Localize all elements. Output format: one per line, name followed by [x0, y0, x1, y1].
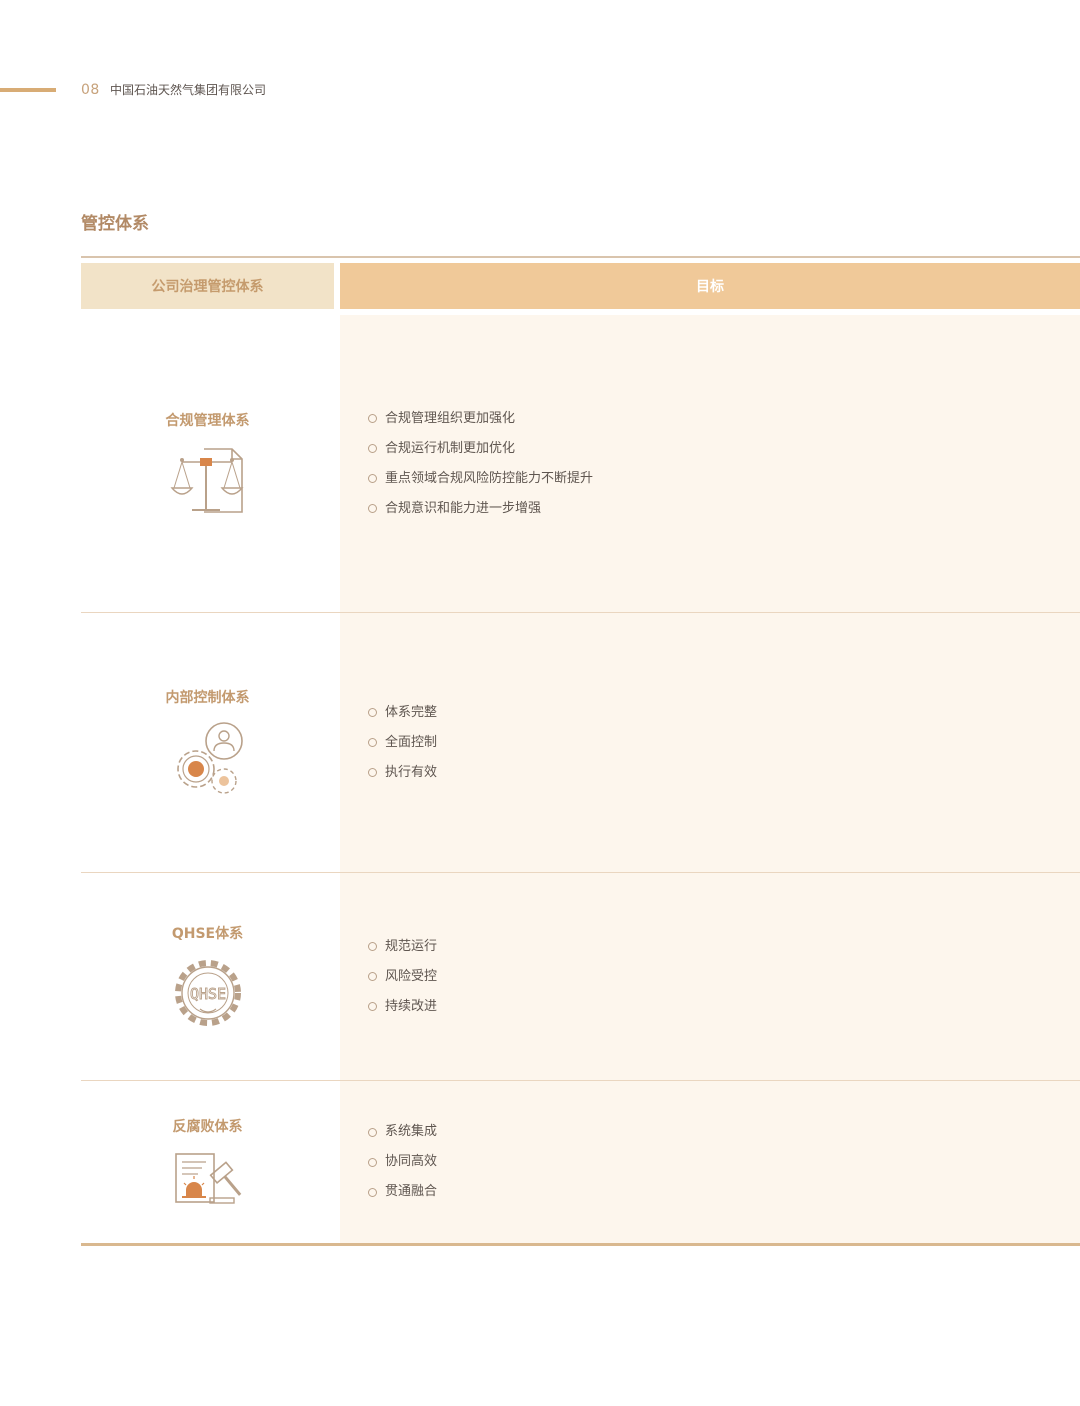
goal-text: 规范运行: [385, 938, 438, 954]
table-header-goal: 目标: [340, 263, 1080, 309]
goal-text: 合规管理组织更加强化: [385, 410, 516, 426]
bullet-icon: [368, 942, 377, 951]
table-row: 合规管理体系 合规管理组织更加强化 合规运行机制更加优化 重点领域合规风险防控能…: [81, 315, 1080, 612]
qhse-icon-text: QHSE: [189, 985, 225, 1003]
goal-cell: 合规管理组织更加强化 合规运行机制更加优化 重点领域合规风险防控能力不断提升 合…: [340, 315, 1080, 612]
goal-text: 执行有效: [385, 764, 438, 780]
goal-text: 重点领域合规风险防控能力不断提升: [385, 470, 594, 486]
system-cell: 合规管理体系: [81, 315, 334, 612]
goal-item: 执行有效: [368, 764, 437, 782]
goal-item: 协同高效: [368, 1153, 437, 1171]
table-row: 反腐败体系 系统集成 协同高效 贯通融合: [81, 1081, 1080, 1243]
goal-text: 体系完整: [385, 704, 438, 720]
bullet-icon: [368, 1002, 377, 1011]
bullet-icon: [368, 444, 377, 453]
bullet-icon: [368, 708, 377, 717]
goal-text: 合规运行机制更加优化: [385, 440, 516, 456]
bullet-icon: [368, 738, 377, 747]
qhse-gear-icon: QHSE: [174, 959, 241, 1026]
system-name: 合规管理体系: [165, 412, 250, 429]
goal-item: 合规意识和能力进一步增强: [368, 500, 593, 518]
goal-text: 系统集成: [385, 1124, 438, 1139]
goal-item: 重点领域合规风险防控能力不断提升: [368, 470, 593, 488]
goal-cell: 系统集成 协同高效 贯通融合: [340, 1081, 1080, 1243]
goal-text: 风险受控: [385, 968, 438, 984]
goal-list: 规范运行 风险受控 持续改进: [368, 938, 437, 1016]
goal-list: 系统集成 协同高效 贯通融合: [368, 1123, 437, 1201]
goal-item: 合规运行机制更加优化: [368, 440, 593, 458]
bullet-icon: [368, 972, 377, 981]
bullet-icon: [368, 768, 377, 777]
bullet-icon: [368, 414, 377, 423]
goal-item: 体系完整: [368, 704, 437, 722]
goal-text: 全面控制: [385, 734, 438, 750]
system-name: 反腐败体系: [172, 1119, 243, 1135]
system-name: 内部控制体系: [165, 689, 250, 706]
goal-cell: 规范运行 风险受控 持续改进: [340, 873, 1080, 1080]
table-header-system: 公司治理管控体系: [81, 263, 334, 309]
goal-item: 风险受控: [368, 968, 437, 986]
header-accent-bar: [0, 88, 56, 92]
bullet-icon: [368, 504, 377, 513]
goal-item: 贯通融合: [368, 1183, 437, 1201]
goal-text: 持续改进: [385, 998, 438, 1014]
goal-item: 持续改进: [368, 998, 437, 1016]
bullet-icon: [368, 1187, 377, 1197]
section-title: 管控体系: [81, 214, 149, 234]
table-row: QHSE体系 QHSE 规范运行 风险受控 持续改进: [81, 873, 1080, 1080]
goal-list: 体系完整 全面控制 执行有效: [368, 704, 437, 782]
bullet-icon: [368, 1157, 377, 1167]
goal-item: 合规管理组织更加强化: [368, 410, 593, 428]
section-title-divider: [81, 256, 1080, 258]
bullet-icon: [368, 474, 377, 483]
system-name: QHSE体系: [171, 925, 244, 942]
gavel-document-alarm-icon: [174, 1153, 241, 1204]
system-cell: 内部控制体系: [81, 613, 334, 872]
goal-cell: 体系完整 全面控制 执行有效: [340, 613, 1080, 872]
goal-list: 合规管理组织更加强化 合规运行机制更加优化 重点领域合规风险防控能力不断提升 合…: [368, 410, 593, 518]
table-row: 内部控制体系 体系完整 全面控制 执行有效: [81, 613, 1080, 872]
gears-person-icon: [176, 721, 243, 794]
bullet-icon: [368, 1127, 377, 1137]
goal-item: 系统集成: [368, 1123, 437, 1141]
goal-text: 贯通融合: [385, 1184, 438, 1199]
company-name: 中国石油天然气集团有限公司: [110, 83, 267, 97]
goal-item: 全面控制: [368, 734, 437, 752]
goal-text: 合规意识和能力进一步增强: [385, 500, 542, 516]
goal-item: 规范运行: [368, 938, 437, 956]
page-number: 08: [81, 82, 100, 98]
system-cell: QHSE体系 QHSE: [81, 873, 334, 1080]
goal-text: 协同高效: [385, 1154, 438, 1169]
system-cell: 反腐败体系: [81, 1081, 334, 1243]
governance-table: 公司治理管控体系 目标 合规管理体系 合规管理组织更加强化 合规运行机制更加优化…: [81, 263, 1080, 1245]
scales-document-icon: [170, 447, 243, 513]
table-bottom-rule: [81, 1243, 1080, 1246]
